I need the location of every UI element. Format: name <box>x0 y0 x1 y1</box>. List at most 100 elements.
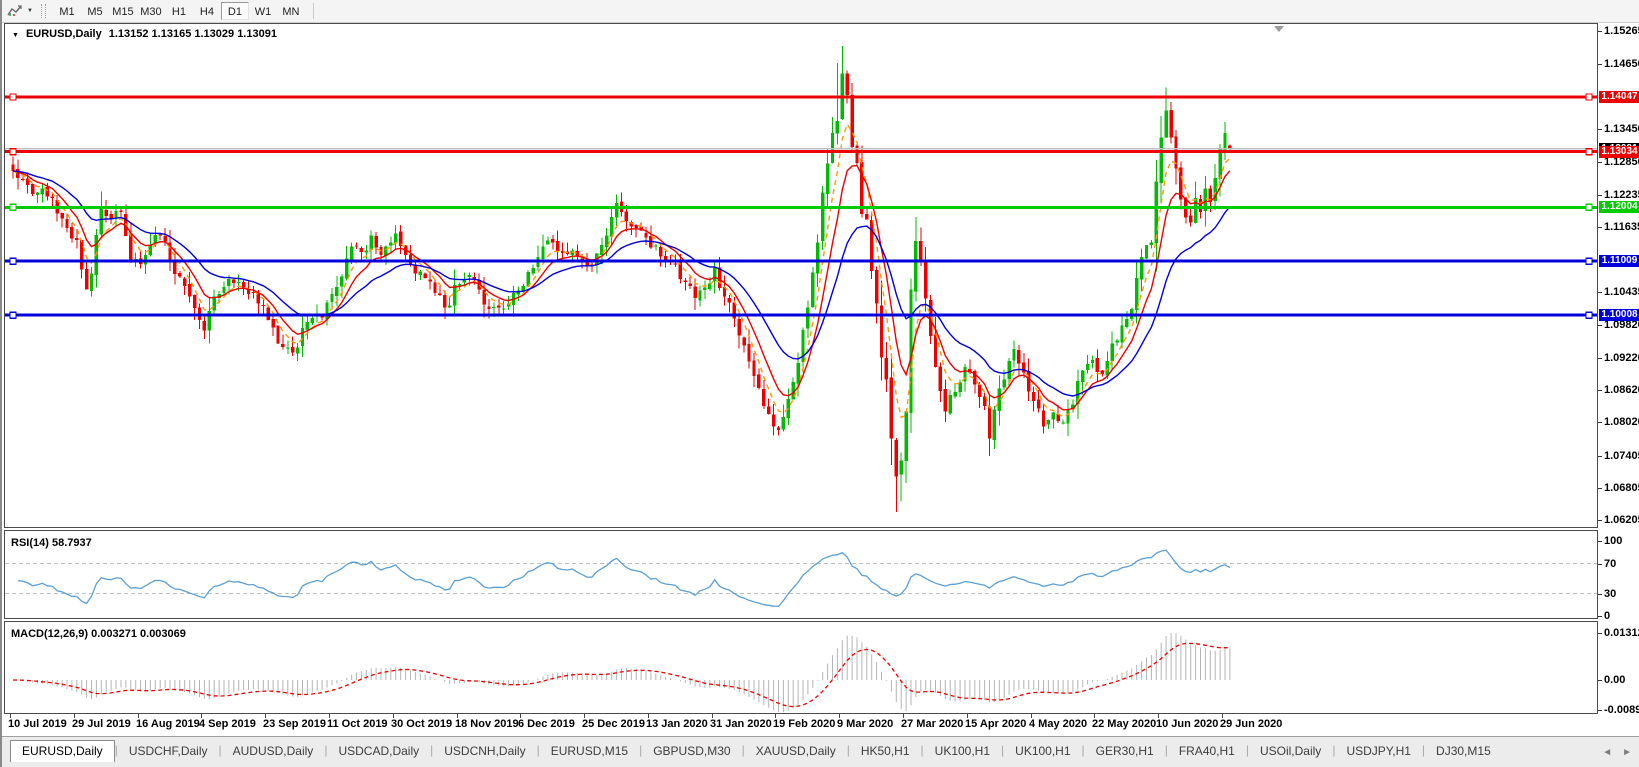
time-tick-label: 30 Oct 2019 <box>391 718 453 730</box>
tab-audusd-daily[interactable]: AUDUSD,Daily <box>222 741 325 762</box>
rsi-axis-tick <box>1598 594 1602 595</box>
time-tick-label: 16 Aug 2019 <box>136 718 200 730</box>
tab-usoil-daily[interactable]: USOil,Daily <box>1249 741 1332 762</box>
hline-handle[interactable] <box>1585 203 1593 211</box>
time-tick-label: 29 Jun 2020 <box>1220 718 1283 730</box>
price-tick-label: 1.08020 <box>1604 416 1639 428</box>
price-tick-label: 1.06805 <box>1604 482 1639 494</box>
indicators-icon[interactable] <box>6 3 26 19</box>
time-tick-label: 27 Mar 2020 <box>901 718 964 730</box>
price-axis-tick <box>1598 162 1602 163</box>
hline-handle[interactable] <box>1585 311 1593 319</box>
tab-gbpusd-m30[interactable]: GBPUSD,M30 <box>642 741 741 762</box>
tab-separator: | <box>430 743 434 757</box>
price-badge-1.13034: 1.13034 <box>1599 146 1639 158</box>
timeframe-h4[interactable]: H4 <box>193 2 221 20</box>
tab-hk50-h1[interactable]: HK50,H1 <box>850 741 921 762</box>
tab-fra40-h1[interactable]: FRA40,H1 <box>1168 741 1246 762</box>
price-tick-label: 1.09220 <box>1604 352 1639 364</box>
time-tick-label: 15 Apr 2020 <box>965 718 1027 730</box>
tab-separator: | <box>1332 743 1336 757</box>
chart-menu-caret-icon[interactable]: ▼ <box>12 32 19 39</box>
time-tick-label: 31 Jan 2020 <box>710 718 772 730</box>
rsi-tick-label: 30 <box>1604 588 1617 600</box>
price-badge-1.12004: 1.12004 <box>1599 201 1639 213</box>
time-tick-label: 22 May 2020 <box>1092 718 1157 730</box>
rsi-tick-label: 70 <box>1604 558 1617 570</box>
timeframe-toolbar: ▼ M1 M5 M15 M30 H1 H4 D1 W1 MN <box>2 0 1639 23</box>
time-tick-label: 4 Sep 2019 <box>199 718 256 730</box>
hline-handle[interactable] <box>9 311 17 319</box>
chart-shift-marker-icon[interactable] <box>1274 26 1284 32</box>
price-badge-1.14047: 1.14047 <box>1599 91 1639 103</box>
hline-handle[interactable] <box>1585 257 1593 265</box>
time-tick-label: 23 Sep 2019 <box>263 718 326 730</box>
candlestick-chart[interactable] <box>5 24 1597 527</box>
tab-usdcnh-daily[interactable]: USDCNH,Daily <box>433 741 536 762</box>
timeframe-m1[interactable]: M1 <box>53 2 81 20</box>
tab-scroll-left-icon[interactable]: ◄ <box>1602 747 1612 758</box>
price-tick-label: 1.14650 <box>1604 58 1639 70</box>
timeframe-h1[interactable]: H1 <box>165 2 193 20</box>
price-axis-tick <box>1598 456 1602 457</box>
rsi-indicator-panel[interactable]: RSI(14) 58.7937 <box>4 530 1598 619</box>
price-axis-tick <box>1598 195 1602 196</box>
hline-handle[interactable] <box>9 93 17 101</box>
macd-indicator-panel[interactable]: MACD(12,26,9) 0.003271 0.003069 <box>4 621 1598 714</box>
tab-separator: | <box>846 743 850 757</box>
rsi-chart[interactable] <box>5 531 1597 618</box>
hline-handle[interactable] <box>9 148 17 156</box>
tab-separator: | <box>218 743 222 757</box>
trading-terminal-window: ▼ M1 M5 M15 M30 H1 H4 D1 W1 MN ▼ EURUSD,Daily 1.… <box>0 0 1639 767</box>
tab-eurusd-m15[interactable]: EURUSD,M15 <box>540 741 639 762</box>
toolbar-grip[interactable] <box>40 4 46 18</box>
time-tick-label: 10 Jun 2020 <box>1156 718 1219 730</box>
chart-title: ▼ EURUSD,Daily 1.13152 1.13165 1.13029 1… <box>12 28 277 40</box>
rsi-tick-label: 100 <box>1604 535 1623 547</box>
tab-usdcad-daily[interactable]: USDCAD,Daily <box>327 741 430 762</box>
hline-handle[interactable] <box>1585 93 1593 101</box>
tab-ger30-h1[interactable]: GER30,H1 <box>1085 741 1165 762</box>
time-tick-label: 25 Dec 2019 <box>582 718 645 730</box>
rsi-line <box>17 549 1231 608</box>
tab-dj30-m15[interactable]: DJ30,M15 <box>1425 741 1502 762</box>
macd-chart[interactable] <box>5 622 1597 713</box>
tab-separator: | <box>639 743 643 757</box>
price-axis-tick <box>1598 390 1602 391</box>
timeframe-w1[interactable]: W1 <box>249 2 277 20</box>
tab-separator: | <box>920 743 924 757</box>
price-chart-panel[interactable]: ▼ EURUSD,Daily 1.13152 1.13165 1.13029 1… <box>4 23 1598 528</box>
hline-handle[interactable] <box>9 203 17 211</box>
tab-separator: | <box>1164 743 1168 757</box>
hline-handle[interactable] <box>1585 148 1593 156</box>
price-tick-label: 1.06205 <box>1604 514 1639 526</box>
tab-uk100-h1[interactable]: UK100,H1 <box>924 741 1001 762</box>
indicator-dropdown-caret-icon[interactable]: ▼ <box>27 8 33 14</box>
timeframe-mn[interactable]: MN <box>277 2 305 20</box>
rsi-label: RSI(14) 58.7937 <box>11 537 92 549</box>
tab-scroll-right-icon[interactable]: ► <box>1622 747 1632 758</box>
time-tick-label: 4 May 2020 <box>1029 718 1088 730</box>
price-tick-label: 1.10435 <box>1604 286 1639 298</box>
rsi-axis-tick <box>1598 541 1602 542</box>
price-tick-label: 1.08620 <box>1604 384 1639 396</box>
time-tick-label: 13 Jan 2020 <box>646 718 708 730</box>
tab-usdjpy-h1[interactable]: USDJPY,H1 <box>1335 741 1421 762</box>
macd-axis-tick <box>1598 710 1602 711</box>
macd-tick-label: -0.008933 <box>1604 704 1639 716</box>
tab-usdchf-daily[interactable]: USDCHF,Daily <box>118 741 219 762</box>
tab-uk100-h1[interactable]: UK100,H1 <box>1004 741 1081 762</box>
tab-eurusd-daily[interactable]: EURUSD,Daily <box>10 740 115 762</box>
price-tick-label: 1.12235 <box>1604 189 1639 201</box>
timeframe-m15[interactable]: M15 <box>109 2 137 20</box>
timeframe-d1[interactable]: D1 <box>220 2 249 20</box>
rsi-axis-tick <box>1598 564 1602 565</box>
time-tick-label: 19 Feb 2020 <box>773 718 836 730</box>
price-axis-tick <box>1598 227 1602 228</box>
tab-xauusd-daily[interactable]: XAUUSD,Daily <box>745 741 847 762</box>
time-tick-label: 9 Mar 2020 <box>837 718 894 730</box>
timeframe-m5[interactable]: M5 <box>81 2 109 20</box>
hline-handle[interactable] <box>9 257 17 265</box>
timeframe-m30[interactable]: M30 <box>137 2 165 20</box>
price-tick-label: 1.11635 <box>1604 221 1639 233</box>
